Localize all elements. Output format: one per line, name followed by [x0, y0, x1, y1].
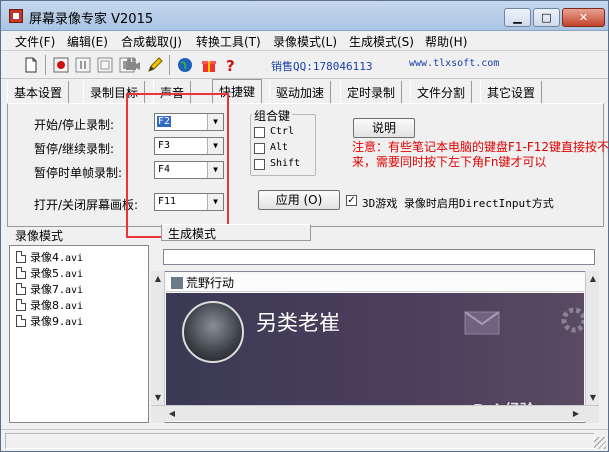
shift-checkbox[interactable]	[254, 159, 265, 170]
document-icon	[16, 251, 26, 263]
right-scrollbar[interactable]: ▲ ▼	[585, 271, 599, 423]
menu-edit[interactable]: 编辑(E)	[67, 33, 108, 50]
screen-board-label: 打开/关闭屏幕画板:	[34, 198, 139, 212]
chevron-down-icon[interactable]: ▼	[207, 114, 223, 130]
tab-basic-settings[interactable]: 基本设置	[7, 81, 70, 103]
preview-window-title: 荒野行动	[186, 276, 235, 290]
title-bar[interactable]: 屏幕录像专家 V2015 ▁ □ ✕	[1, 1, 608, 31]
tab-generate-mode[interactable]: 生成模式	[161, 224, 311, 241]
menu-help[interactable]: 帮助(H)	[425, 33, 467, 50]
tab-file-split[interactable]: 文件分割	[410, 81, 473, 103]
pause-hotkey-select[interactable]: F3 ▼	[154, 137, 224, 155]
app-logo-icon	[9, 9, 23, 23]
menu-convert-tools[interactable]: 转换工具(T)	[196, 33, 261, 50]
list-item[interactable]: 录像7.avi	[16, 281, 83, 297]
pause-icon[interactable]	[73, 55, 93, 75]
shift-label: Shift	[270, 158, 301, 169]
status-panel	[5, 433, 595, 449]
menu-generate-mode[interactable]: 生成模式(S)	[349, 33, 414, 50]
list-item[interactable]: 录像8.avi	[16, 297, 83, 313]
mail-icon	[464, 311, 500, 335]
tab-record-target[interactable]: 录制目标	[83, 81, 146, 103]
toolbar: ? 销售QQ:178046113 www.tlxsoft.com	[1, 51, 608, 79]
preview-window-titlebar: 荒野行动	[166, 274, 584, 292]
explain-button[interactable]: 说明	[353, 118, 415, 138]
frame-icon[interactable]	[95, 55, 115, 75]
menu-record-mode[interactable]: 录像模式(L)	[273, 33, 337, 50]
tab-scheduled-record[interactable]: 定时录制	[340, 81, 403, 103]
maximize-button[interactable]: □	[533, 8, 560, 27]
record-mode-label: 录像模式	[15, 229, 64, 243]
screen-board-hotkey-select[interactable]: F11 ▼	[154, 193, 224, 211]
list-item[interactable]: 录像4.avi	[16, 249, 83, 265]
tab-hotkeys[interactable]: 快捷键	[212, 79, 263, 104]
camera-icon[interactable]	[123, 55, 143, 75]
close-button[interactable]: ✕	[562, 8, 605, 27]
scroll-up-icon[interactable]: ▲	[151, 272, 165, 286]
directinput-checkbox[interactable]: ✓	[346, 195, 357, 206]
tab-driver-acceleration[interactable]: 驱动加速	[269, 81, 332, 103]
minimize-button[interactable]: ▁	[504, 8, 531, 27]
apply-button[interactable]: 应用 (O)	[258, 190, 340, 210]
pause-label: 暂停/继续录制:	[34, 142, 115, 156]
list-item[interactable]: 录像5.avi	[16, 265, 83, 281]
chevron-down-icon[interactable]: ▼	[207, 194, 223, 210]
directinput-label: 3D游戏 录像时启用DirectInput方式	[362, 197, 554, 210]
combo-key-title: 组合键	[252, 107, 293, 124]
globe-icon[interactable]	[175, 55, 195, 75]
scroll-down-icon[interactable]: ▼	[586, 391, 600, 405]
file-info-field[interactable]	[163, 249, 595, 265]
ctrl-label: Ctrl	[270, 126, 295, 137]
menu-file[interactable]: 文件(F)	[15, 33, 55, 50]
hotkeys-panel: 开始/停止录制: F2 ▼ 暂停/继续录制: F3 ▼ 暂停时单帧录制: F4 …	[7, 103, 609, 227]
menu-compose-capture[interactable]: 合成截取(J)	[121, 33, 182, 50]
window-title: 屏幕录像专家 V2015	[29, 12, 154, 27]
single-frame-hotkey-select[interactable]: F4 ▼	[154, 161, 224, 179]
record-icon[interactable]	[51, 55, 71, 75]
tab-other-settings[interactable]: 其它设置	[480, 81, 543, 103]
new-file-icon[interactable]	[21, 55, 41, 75]
player-name: 另类老崔	[256, 311, 340, 335]
alt-label: Alt	[270, 142, 289, 153]
fn-key-note: 注意：有些笔记本电脑的键盘F1-F12键直接按不出来，需要同时按下左下角Fn键才…	[352, 140, 609, 169]
gift-icon[interactable]	[199, 55, 219, 75]
chevron-down-icon[interactable]: ▼	[207, 162, 223, 178]
start-stop-hotkey-select[interactable]: F2 ▼	[154, 113, 224, 131]
recording-file-list[interactable]: 录像4.avi 录像5.avi 录像7.avi 录像8.avi 录像9.avi	[9, 245, 149, 423]
scroll-right-icon[interactable]: ▶	[569, 407, 583, 421]
pencil-icon[interactable]	[145, 55, 165, 75]
alt-checkbox[interactable]	[254, 143, 265, 154]
scroll-left-icon[interactable]: ◀	[165, 407, 179, 421]
scroll-up-icon[interactable]: ▲	[586, 272, 600, 286]
scroll-down-icon[interactable]: ▼	[151, 391, 165, 405]
svg-text:?: ?	[226, 57, 235, 74]
horizontal-scrollbar[interactable]: ◀ ▶	[151, 405, 599, 421]
tab-sound[interactable]: 声音	[153, 81, 192, 103]
ctrl-checkbox[interactable]	[254, 127, 265, 138]
settings-tabs: 基本设置 录制目标 声音 快捷键 驱动加速 定时录制 文件分割 其它设置	[7, 79, 604, 104]
left-scrollbar[interactable]: ▲ ▼	[151, 271, 165, 423]
game-app-icon	[171, 277, 183, 289]
chevron-down-icon[interactable]: ▼	[207, 138, 223, 154]
sales-qq-text: 销售QQ:178046113	[271, 60, 373, 73]
document-icon	[16, 283, 26, 295]
list-item[interactable]: 录像9.avi	[16, 313, 83, 329]
game-preview: 另类老崔	[166, 293, 584, 405]
status-bar	[1, 429, 608, 451]
app-window: 屏幕录像专家 V2015 ▁ □ ✕ 文件(F) 编辑(E) 合成截取(J) 转…	[0, 0, 609, 452]
single-frame-label: 暂停时单帧录制:	[34, 166, 123, 180]
resize-grip[interactable]	[594, 437, 606, 449]
gear-icon	[561, 307, 584, 333]
document-icon	[16, 299, 26, 311]
document-icon	[16, 315, 26, 327]
start-stop-label: 开始/停止录制:	[34, 118, 115, 132]
player-avatar	[182, 301, 244, 363]
document-icon	[16, 267, 26, 279]
help-icon[interactable]: ?	[221, 55, 241, 75]
website-link[interactable]: www.tlxsoft.com	[409, 58, 499, 69]
menu-bar: 文件(F) 编辑(E) 合成截取(J) 转换工具(T) 录像模式(L) 生成模式…	[1, 31, 608, 51]
